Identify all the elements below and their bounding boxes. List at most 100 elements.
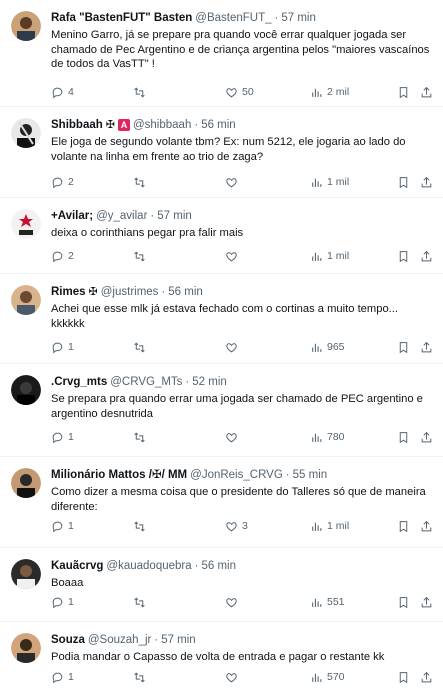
handle[interactable]: @JonReis_CRVG (190, 468, 283, 482)
reply-icon (52, 672, 63, 683)
avatar[interactable] (11, 559, 41, 589)
avatar[interactable] (11, 375, 41, 405)
bookmark-button[interactable] (397, 250, 410, 263)
post[interactable]: +Avilar; @y_avilar · 57 min deixa o cori… (0, 198, 443, 274)
handle[interactable]: @CRVG_MTs (110, 375, 182, 389)
views-button[interactable]: 570 (310, 671, 345, 684)
retweet-button[interactable] (133, 86, 150, 99)
handle[interactable]: @Souzah_jr (88, 633, 151, 647)
like-button[interactable] (225, 341, 242, 354)
like-button[interactable] (225, 671, 242, 684)
bookmark-button[interactable] (397, 431, 410, 444)
bookmark-button[interactable] (397, 520, 410, 533)
bookmark-icon (399, 341, 408, 353)
like-button[interactable] (225, 596, 242, 609)
share-button[interactable] (420, 431, 433, 444)
handle[interactable]: @kauadoquebra (106, 559, 191, 573)
display-name[interactable]: Rafa "BastenFUT" Basten (51, 11, 192, 25)
post[interactable]: Kauãcrvg @kauadoquebra · 56 min Boaaa 1 (0, 548, 443, 622)
bookmark-icon (399, 596, 408, 608)
action-bar: 2 1 mil (51, 248, 435, 264)
like-button[interactable] (225, 250, 242, 263)
avatar[interactable] (11, 118, 41, 148)
views-button[interactable]: 965 (310, 341, 345, 354)
timestamp[interactable]: 56 min (201, 559, 236, 573)
retweet-button[interactable] (133, 596, 150, 609)
post-text: Como dizer a mesma coisa que o president… (51, 486, 426, 513)
avatar[interactable] (11, 11, 41, 41)
retweet-button[interactable] (133, 341, 150, 354)
handle[interactable]: @shibbaah (133, 118, 191, 132)
like-button[interactable] (225, 431, 242, 444)
reply-count: 1 (68, 341, 74, 353)
avatar[interactable] (11, 285, 41, 315)
action-bar: 1 551 (51, 594, 435, 610)
avatar[interactable] (11, 468, 41, 498)
timestamp[interactable]: 55 min (293, 468, 328, 482)
retweet-button[interactable] (133, 671, 150, 684)
bookmark-button[interactable] (397, 176, 410, 189)
post[interactable]: Souza @Souzah_jr · 57 min Podia mandar o… (0, 622, 443, 698)
reply-button[interactable]: 2 (51, 176, 74, 189)
share-button[interactable] (420, 520, 433, 533)
share-icon (421, 671, 432, 682)
views-button[interactable]: 1 mil (310, 520, 349, 533)
post[interactable]: Rimes ✠ @justrimes · 56 min Achei que es… (0, 274, 443, 364)
reply-button[interactable]: 2 (51, 250, 74, 263)
views-button[interactable]: 551 (310, 596, 345, 609)
timestamp[interactable]: 56 min (201, 118, 236, 132)
display-name[interactable]: .Crvg_mts (51, 375, 107, 389)
bookmark-button[interactable] (397, 596, 410, 609)
timestamp[interactable]: 57 min (161, 633, 196, 647)
retweet-button[interactable] (133, 431, 150, 444)
share-button[interactable] (420, 671, 433, 684)
like-icon (226, 672, 237, 682)
reply-button[interactable]: 1 (51, 431, 74, 444)
like-button[interactable]: 3 (225, 520, 248, 533)
reply-button[interactable]: 1 (51, 596, 74, 609)
post[interactable]: Rafa "BastenFUT" Basten @BastenFUT_ · 57… (0, 0, 443, 107)
timestamp[interactable]: 57 min (281, 11, 316, 25)
views-button[interactable]: 780 (310, 431, 345, 444)
display-name[interactable]: Shibbaah (51, 118, 103, 132)
share-button[interactable] (420, 596, 433, 609)
views-button[interactable]: 1 mil (310, 250, 349, 263)
display-name[interactable]: Rimes (51, 285, 86, 299)
share-button[interactable] (420, 250, 433, 263)
retweet-icon (134, 176, 145, 188)
timestamp[interactable]: 57 min (157, 209, 192, 223)
reply-button[interactable]: 4 (51, 86, 74, 99)
retweet-button[interactable] (133, 176, 150, 189)
like-button[interactable]: 50 (225, 86, 254, 99)
views-button[interactable]: 1 mil (310, 176, 349, 189)
bookmark-button[interactable] (397, 86, 410, 99)
bookmark-button[interactable] (397, 671, 410, 684)
handle[interactable]: @y_avilar (96, 209, 147, 223)
timestamp[interactable]: 52 min (192, 375, 227, 389)
display-name[interactable]: Milionário Mattos /✠/ MM (51, 468, 187, 482)
timestamp[interactable]: 56 min (168, 285, 203, 299)
post[interactable]: .Crvg_mts @CRVG_MTs · 52 min Se prepara … (0, 364, 443, 457)
display-name[interactable]: Kauãcrvg (51, 559, 103, 573)
like-button[interactable] (225, 176, 242, 189)
views-icon (312, 598, 322, 607)
handle[interactable]: @BastenFUT_ (195, 11, 271, 25)
share-button[interactable] (420, 176, 433, 189)
share-button[interactable] (420, 86, 433, 99)
reply-button[interactable]: 1 (51, 341, 74, 354)
views-button[interactable]: 2 mil (310, 86, 349, 99)
reply-button[interactable]: 1 (51, 671, 74, 684)
post[interactable]: Milionário Mattos /✠/ MM @JonReis_CRVG ·… (0, 457, 443, 548)
bookmark-button[interactable] (397, 341, 410, 354)
retweet-button[interactable] (133, 520, 150, 533)
avatar[interactable] (11, 209, 41, 239)
retweet-button[interactable] (133, 250, 150, 263)
display-name[interactable]: +Avilar; (51, 209, 93, 223)
post[interactable]: Shibbaah ✠ A @shibbaah · 56 min Ele joga… (0, 107, 443, 198)
display-name[interactable]: Souza (51, 633, 85, 647)
reply-button[interactable]: 1 (51, 520, 74, 533)
views-count: 1 mil (327, 176, 350, 188)
handle[interactable]: @justrimes (101, 285, 159, 299)
share-button[interactable] (420, 341, 433, 354)
avatar[interactable] (11, 633, 41, 663)
